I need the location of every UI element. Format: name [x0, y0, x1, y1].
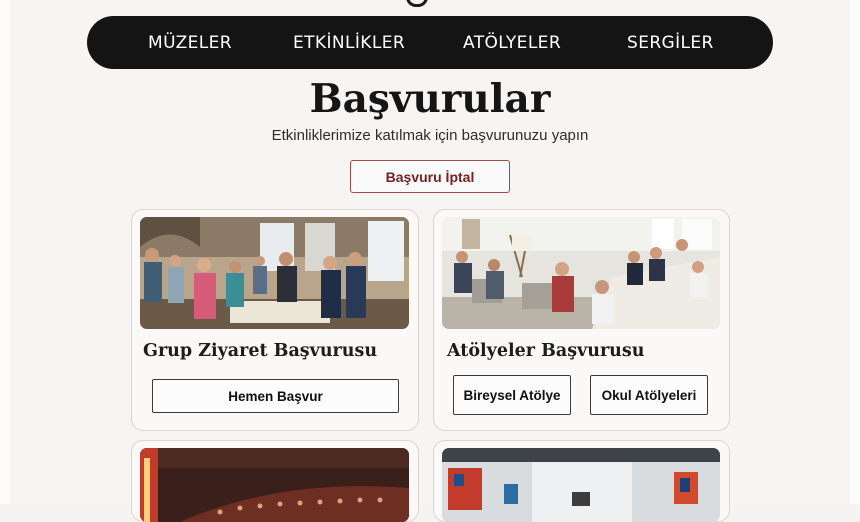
nav-item-exhibitions[interactable]: SERGİLER [627, 33, 714, 53]
workshop-card: Atölyeler Başvurusu Bireysel Atölye Okul… [433, 209, 730, 431]
group-visit-title: Grup Ziyaret Başvurusu [143, 341, 378, 361]
auditorium-card [131, 440, 419, 522]
page-title: Başvurular [309, 76, 551, 122]
group-visit-card: Grup Ziyaret Başvurusu Hemen Başvur [131, 209, 419, 431]
nav-item-museums[interactable]: MÜZELER [148, 33, 232, 53]
main-navbar: MÜZELER ETKİNLİKLER ATÖLYELER SERGİLER [87, 16, 773, 69]
workshop-image [442, 217, 720, 329]
individual-workshop-button[interactable]: Bireysel Atölye [453, 375, 571, 415]
school-workshops-button[interactable]: Okul Atölyeleri [590, 375, 708, 415]
page-subtitle: Etkinliklerimize katılmak için başvurunu… [271, 127, 589, 144]
gallery-card [433, 440, 730, 522]
page: MÜZELER ETKİNLİKLER ATÖLYELER SERGİLER B… [0, 0, 860, 522]
logo [406, 0, 428, 7]
gallery-image [442, 448, 720, 522]
nav-item-workshops[interactable]: ATÖLYELER [463, 33, 561, 53]
auditorium-image [140, 448, 409, 522]
apply-now-button[interactable]: Hemen Başvur [152, 379, 399, 413]
cancel-application-button[interactable]: Başvuru İptal [350, 160, 510, 193]
workshop-title: Atölyeler Başvurusu [447, 341, 645, 361]
nav-item-events[interactable]: ETKİNLİKLER [293, 33, 405, 53]
group-visit-image [140, 217, 409, 329]
